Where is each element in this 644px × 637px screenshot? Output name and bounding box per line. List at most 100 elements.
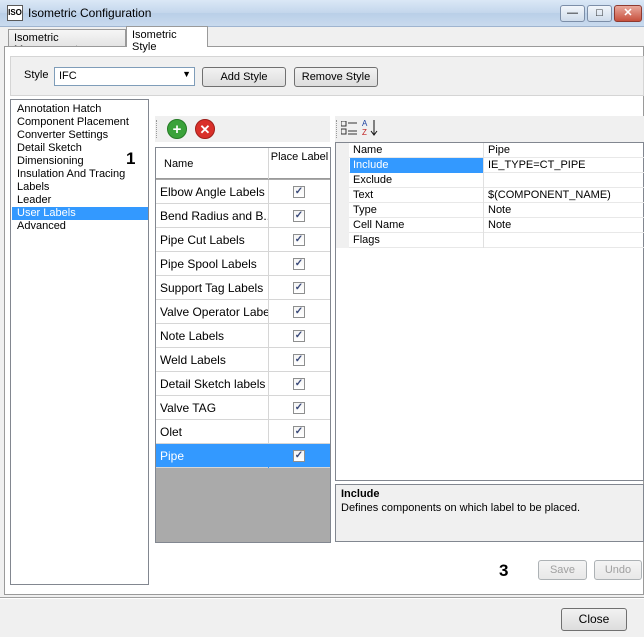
label-row[interactable]: Elbow Angle Labels ✓	[156, 180, 330, 204]
categorized-view-icon[interactable]	[340, 120, 357, 135]
category-item-user-labels[interactable]: User Labels	[12, 207, 148, 220]
place-label-checkbox[interactable]: ✓	[293, 426, 305, 438]
label-row[interactable]: Note Labels ✓	[156, 324, 330, 348]
property-value[interactable]: Pipe	[485, 143, 644, 158]
label-name: Detail Sketch labels	[156, 372, 269, 396]
property-gutter	[336, 143, 349, 158]
property-gutter	[336, 173, 349, 188]
style-select[interactable]: IFC ▼	[54, 67, 195, 86]
label-row[interactable]: Pipe Cut Labels ✓	[156, 228, 330, 252]
property-name: Name	[350, 143, 484, 158]
place-label-checkbox[interactable]: ✓	[293, 450, 305, 462]
minimize-button[interactable]: —	[560, 5, 585, 22]
place-label-checkbox[interactable]: ✓	[293, 354, 305, 366]
property-toolbar: A Z	[335, 116, 644, 142]
description-text: Defines components on which label to be …	[341, 502, 581, 514]
category-item-component-placement[interactable]: Component Placement	[12, 116, 148, 129]
label-row[interactable]: Bend Radius and B... ✓	[156, 204, 330, 228]
category-item-converter-settings[interactable]: Converter Settings	[12, 129, 148, 142]
category-item-labels[interactable]: Labels	[12, 181, 148, 194]
property-row[interactable]: Name Pipe	[336, 143, 644, 158]
property-name: Type	[350, 203, 484, 218]
undo-button[interactable]: Undo	[594, 560, 642, 580]
property-row[interactable]: Exclude	[336, 173, 644, 188]
category-item-leader[interactable]: Leader	[12, 194, 148, 207]
property-row[interactable]: Cell Name Note	[336, 218, 644, 233]
window-close-button[interactable]: ✕	[614, 5, 642, 22]
label-name: Support Tag Labels	[156, 276, 269, 300]
label-name: Note Labels	[156, 324, 269, 348]
marker-one: 1	[126, 149, 136, 168]
label-row[interactable]: Valve TAG ✓	[156, 396, 330, 420]
style-label: Style	[24, 69, 49, 81]
property-row[interactable]: Flags	[336, 233, 644, 248]
window-title: Isometric Configuration	[28, 6, 152, 20]
category-item-annotation-hatch[interactable]: Annotation Hatch	[12, 103, 148, 116]
add-style-button[interactable]: Add Style	[202, 67, 286, 87]
style-select-value: IFC	[59, 70, 77, 82]
category-item-advanced[interactable]: Advanced	[12, 220, 148, 233]
place-label-checkbox[interactable]: ✓	[293, 234, 305, 246]
property-name: Text	[350, 188, 484, 203]
property-value[interactable]: $(COMPONENT_NAME)	[485, 188, 644, 203]
label-name: Olet	[156, 420, 269, 444]
property-grid[interactable]: Name Pipe Include IE_TYPE=CT_PIPE Exclud…	[335, 142, 644, 481]
place-label-checkbox[interactable]: ✓	[293, 378, 305, 390]
category-list[interactable]: Annotation Hatch Component Placement Con…	[10, 99, 149, 585]
property-value[interactable]: Note	[485, 203, 644, 218]
property-value[interactable]	[485, 233, 644, 248]
place-label-checkbox[interactable]: ✓	[293, 402, 305, 414]
name-header-cell: Name	[156, 148, 269, 179]
place-label-column-header: Place Label	[270, 151, 329, 163]
property-row[interactable]: Type Note	[336, 203, 644, 218]
close-button[interactable]: Close	[561, 608, 627, 631]
label-row-selected[interactable]: Pipe ✓	[156, 444, 330, 468]
property-name: Include	[350, 158, 484, 173]
toolbar-grip	[336, 120, 338, 138]
property-value[interactable]: IE_TYPE=CT_PIPE	[485, 158, 644, 173]
footer-separator	[0, 597, 644, 599]
category-item-insulation-and-tracing[interactable]: Insulation And Tracing	[12, 168, 148, 181]
label-name: Pipe	[156, 444, 269, 468]
label-name: Weld Labels	[156, 348, 269, 372]
property-row[interactable]: Text $(COMPONENT_NAME)	[336, 188, 644, 203]
property-gutter	[336, 188, 349, 203]
place-label-checkbox[interactable]: ✓	[293, 282, 305, 294]
place-label-checkbox[interactable]: ✓	[293, 186, 305, 198]
label-row[interactable]: Pipe Spool Labels ✓	[156, 252, 330, 276]
maximize-button[interactable]: □	[587, 5, 612, 22]
place-label-checkbox[interactable]: ✓	[293, 330, 305, 342]
label-toolbar: + ✕	[155, 116, 330, 142]
property-value[interactable]	[485, 173, 644, 188]
marker-three: 3	[499, 561, 509, 580]
tab-isometric-style[interactable]: Isometric Style	[126, 26, 208, 53]
label-row[interactable]: Support Tag Labels ✓	[156, 276, 330, 300]
place-label-checkbox[interactable]: ✓	[293, 306, 305, 318]
user-labels-grid[interactable]: Name Place Label Elbow Angle Labels ✓ Be…	[155, 147, 331, 543]
property-row-selected[interactable]: Include IE_TYPE=CT_PIPE	[336, 158, 644, 173]
label-row[interactable]: Detail Sketch labels ✓	[156, 372, 330, 396]
label-name: Pipe Cut Labels	[156, 228, 269, 252]
place-label-checkbox[interactable]: ✓	[293, 210, 305, 222]
property-value[interactable]: Note	[485, 218, 644, 233]
svg-text:A: A	[362, 119, 368, 128]
property-gutter	[336, 158, 349, 173]
save-button[interactable]: Save	[538, 560, 587, 580]
label-row[interactable]: Olet ✓	[156, 420, 330, 444]
label-name: Elbow Angle Labels	[156, 180, 269, 204]
label-name: Bend Radius and B...	[156, 204, 269, 228]
label-row[interactable]: Weld Labels ✓	[156, 348, 330, 372]
property-gutter	[336, 218, 349, 233]
label-name: Valve TAG	[156, 396, 269, 420]
add-label-icon[interactable]: +	[167, 119, 187, 139]
svg-text:Z: Z	[362, 128, 367, 137]
remove-label-icon[interactable]: ✕	[195, 119, 215, 139]
alphabetical-sort-icon[interactable]: A Z	[362, 118, 378, 138]
label-row[interactable]: Valve Operator Label ✓	[156, 300, 330, 324]
tab-isometric-management[interactable]: Isometric Management	[8, 29, 126, 56]
grid-header: Name Place Label	[156, 148, 330, 179]
property-name: Cell Name	[350, 218, 484, 233]
place-label-checkbox[interactable]: ✓	[293, 258, 305, 270]
property-name: Exclude	[350, 173, 484, 188]
remove-style-button[interactable]: Remove Style	[294, 67, 378, 87]
